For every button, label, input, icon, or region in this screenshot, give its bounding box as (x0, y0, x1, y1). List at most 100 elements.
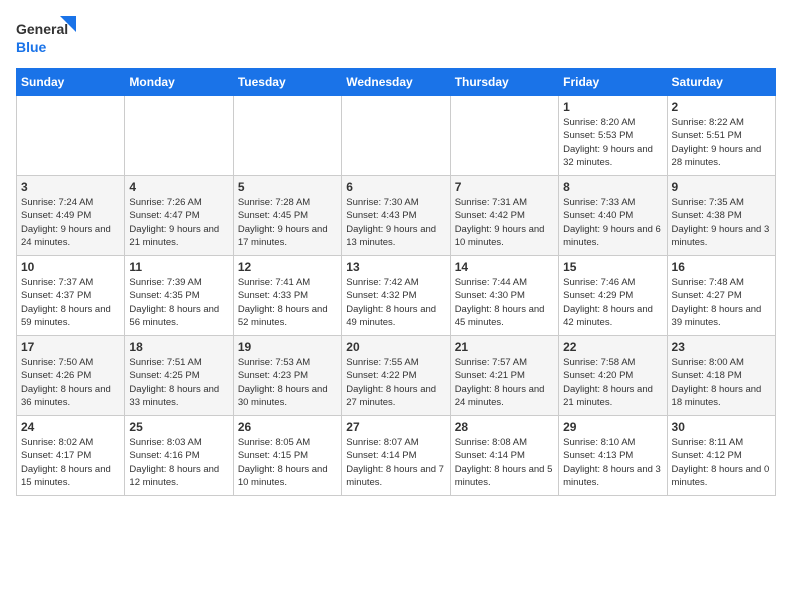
calendar-cell: 16 Sunrise: 7:48 AM Sunset: 4:27 PM Dayli… (667, 256, 775, 336)
day-info: Sunrise: 7:37 AM Sunset: 4:37 PM Dayligh… (21, 276, 120, 329)
weekday-header: Wednesday (342, 69, 450, 96)
calendar-cell: 9 Sunrise: 7:35 AM Sunset: 4:38 PM Daylig… (667, 176, 775, 256)
day-info: Sunrise: 7:30 AM Sunset: 4:43 PM Dayligh… (346, 196, 445, 249)
day-info: Sunrise: 7:33 AM Sunset: 4:40 PM Dayligh… (563, 196, 662, 249)
day-info: Sunrise: 7:28 AM Sunset: 4:45 PM Dayligh… (238, 196, 337, 249)
calendar-cell: 8 Sunrise: 7:33 AM Sunset: 4:40 PM Daylig… (559, 176, 667, 256)
calendar-cell: 3 Sunrise: 7:24 AM Sunset: 4:49 PM Daylig… (17, 176, 125, 256)
day-info: Sunrise: 8:03 AM Sunset: 4:16 PM Dayligh… (129, 436, 228, 489)
day-info: Sunrise: 7:26 AM Sunset: 4:47 PM Dayligh… (129, 196, 228, 249)
day-info: Sunrise: 7:35 AM Sunset: 4:38 PM Dayligh… (672, 196, 771, 249)
svg-text:General: General (16, 21, 68, 37)
calendar-cell: 27 Sunrise: 8:07 AM Sunset: 4:14 PM Dayli… (342, 416, 450, 496)
weekday-header-row: SundayMondayTuesdayWednesdayThursdayFrid… (17, 69, 776, 96)
day-info: Sunrise: 8:10 AM Sunset: 4:13 PM Dayligh… (563, 436, 662, 489)
day-number: 1 (563, 100, 662, 114)
day-number: 29 (563, 420, 662, 434)
calendar-cell: 22Sunrise: 7:58 AM Sunset: 4:20 PM Dayli… (559, 336, 667, 416)
calendar-cell: 7 Sunrise: 7:31 AM Sunset: 4:42 PM Daylig… (450, 176, 558, 256)
calendar-cell: 10Sunrise: 7:37 AM Sunset: 4:37 PM Dayli… (17, 256, 125, 336)
day-info: Sunrise: 7:51 AM Sunset: 4:25 PM Dayligh… (129, 356, 228, 409)
day-number: 6 (346, 180, 445, 194)
logo-icon: General Blue (16, 16, 76, 56)
calendar-cell: 13 Sunrise: 7:42 AM Sunset: 4:32 PM Dayli… (342, 256, 450, 336)
day-number: 2 (672, 100, 771, 114)
logo: General Blue (16, 16, 76, 56)
calendar-cell: 17 Sunrise: 7:50 AM Sunset: 4:26 PM Dayli… (17, 336, 125, 416)
calendar-cell: 25 Sunrise: 8:03 AM Sunset: 4:16 PM Dayli… (125, 416, 233, 496)
calendar-cell: 29 Sunrise: 8:10 AM Sunset: 4:13 PM Dayli… (559, 416, 667, 496)
day-info: Sunrise: 7:55 AM Sunset: 4:22 PM Dayligh… (346, 356, 445, 409)
day-info: Sunrise: 7:58 AM Sunset: 4:20 PM Dayligh… (563, 356, 662, 409)
day-number: 9 (672, 180, 771, 194)
day-number: 26 (238, 420, 337, 434)
day-number: 19 (238, 340, 337, 354)
day-number: 11 (129, 260, 228, 274)
day-info: Sunrise: 7:44 AM Sunset: 4:30 PM Dayligh… (455, 276, 554, 329)
day-number: 28 (455, 420, 554, 434)
day-number: 24 (21, 420, 120, 434)
day-number: 21 (455, 340, 554, 354)
calendar-week-row: 17 Sunrise: 7:50 AM Sunset: 4:26 PM Dayli… (17, 336, 776, 416)
day-number: 14 (455, 260, 554, 274)
calendar-cell (342, 96, 450, 176)
calendar-table: SundayMondayTuesdayWednesdayThursdayFrid… (16, 68, 776, 496)
calendar-cell: 6 Sunrise: 7:30 AM Sunset: 4:43 PM Daylig… (342, 176, 450, 256)
calendar-cell: 19Sunrise: 7:53 AM Sunset: 4:23 PM Dayli… (233, 336, 341, 416)
calendar-week-row: 10Sunrise: 7:37 AM Sunset: 4:37 PM Dayli… (17, 256, 776, 336)
calendar-cell: 1 Sunrise: 8:20 AM Sunset: 5:53 PM Daylig… (559, 96, 667, 176)
day-info: Sunrise: 7:39 AM Sunset: 4:35 PM Dayligh… (129, 276, 228, 329)
day-info: Sunrise: 7:24 AM Sunset: 4:49 PM Dayligh… (21, 196, 120, 249)
day-number: 17 (21, 340, 120, 354)
day-number: 27 (346, 420, 445, 434)
day-info: Sunrise: 7:41 AM Sunset: 4:33 PM Dayligh… (238, 276, 337, 329)
day-info: Sunrise: 7:46 AM Sunset: 4:29 PM Dayligh… (563, 276, 662, 329)
calendar-cell (17, 96, 125, 176)
day-info: Sunrise: 7:50 AM Sunset: 4:26 PM Dayligh… (21, 356, 120, 409)
day-info: Sunrise: 7:57 AM Sunset: 4:21 PM Dayligh… (455, 356, 554, 409)
calendar-cell: 18 Sunrise: 7:51 AM Sunset: 4:25 PM Dayli… (125, 336, 233, 416)
day-info: Sunrise: 8:00 AM Sunset: 4:18 PM Dayligh… (672, 356, 771, 409)
calendar-cell: 4Sunrise: 7:26 AM Sunset: 4:47 PM Daylig… (125, 176, 233, 256)
calendar-cell: 21 Sunrise: 7:57 AM Sunset: 4:21 PM Dayli… (450, 336, 558, 416)
weekday-header: Monday (125, 69, 233, 96)
day-info: Sunrise: 8:07 AM Sunset: 4:14 PM Dayligh… (346, 436, 445, 489)
day-info: Sunrise: 8:22 AM Sunset: 5:51 PM Dayligh… (672, 116, 771, 169)
weekday-header: Sunday (17, 69, 125, 96)
day-number: 3 (21, 180, 120, 194)
calendar-cell: 26 Sunrise: 8:05 AM Sunset: 4:15 PM Dayli… (233, 416, 341, 496)
calendar-cell: 23Sunrise: 8:00 AM Sunset: 4:18 PM Dayli… (667, 336, 775, 416)
day-number: 12 (238, 260, 337, 274)
weekday-header: Tuesday (233, 69, 341, 96)
day-number: 7 (455, 180, 554, 194)
weekday-header: Saturday (667, 69, 775, 96)
day-info: Sunrise: 8:05 AM Sunset: 4:15 PM Dayligh… (238, 436, 337, 489)
calendar-cell: 14 Sunrise: 7:44 AM Sunset: 4:30 PM Dayli… (450, 256, 558, 336)
day-info: Sunrise: 8:20 AM Sunset: 5:53 PM Dayligh… (563, 116, 662, 169)
calendar-cell (233, 96, 341, 176)
day-number: 8 (563, 180, 662, 194)
day-info: Sunrise: 7:31 AM Sunset: 4:42 PM Dayligh… (455, 196, 554, 249)
calendar-cell: 2 Sunrise: 8:22 AM Sunset: 5:51 PM Daylig… (667, 96, 775, 176)
calendar-cell (450, 96, 558, 176)
day-number: 20 (346, 340, 445, 354)
calendar-cell: 30Sunrise: 8:11 AM Sunset: 4:12 PM Dayli… (667, 416, 775, 496)
day-number: 16 (672, 260, 771, 274)
calendar-cell: 15Sunrise: 7:46 AM Sunset: 4:29 PM Dayli… (559, 256, 667, 336)
weekday-header: Friday (559, 69, 667, 96)
day-number: 13 (346, 260, 445, 274)
day-info: Sunrise: 8:08 AM Sunset: 4:14 PM Dayligh… (455, 436, 554, 489)
day-number: 18 (129, 340, 228, 354)
day-info: Sunrise: 7:42 AM Sunset: 4:32 PM Dayligh… (346, 276, 445, 329)
calendar-week-row: 3 Sunrise: 7:24 AM Sunset: 4:49 PM Daylig… (17, 176, 776, 256)
calendar-week-row: 24 Sunrise: 8:02 AM Sunset: 4:17 PM Dayli… (17, 416, 776, 496)
calendar-week-row: 1 Sunrise: 8:20 AM Sunset: 5:53 PM Daylig… (17, 96, 776, 176)
day-number: 5 (238, 180, 337, 194)
day-number: 25 (129, 420, 228, 434)
day-info: Sunrise: 8:11 AM Sunset: 4:12 PM Dayligh… (672, 436, 771, 489)
day-info: Sunrise: 7:48 AM Sunset: 4:27 PM Dayligh… (672, 276, 771, 329)
calendar-cell: 28 Sunrise: 8:08 AM Sunset: 4:14 PM Dayli… (450, 416, 558, 496)
svg-text:Blue: Blue (16, 39, 47, 55)
day-info: Sunrise: 8:02 AM Sunset: 4:17 PM Dayligh… (21, 436, 120, 489)
calendar-cell: 5 Sunrise: 7:28 AM Sunset: 4:45 PM Daylig… (233, 176, 341, 256)
